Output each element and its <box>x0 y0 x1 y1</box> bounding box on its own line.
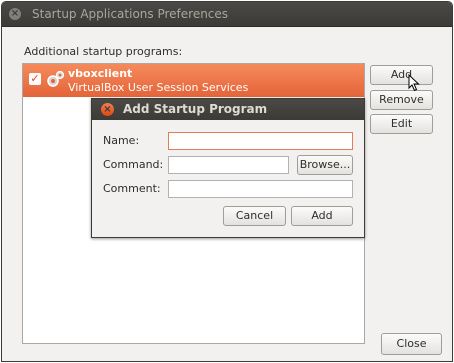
add-button[interactable]: Add <box>370 65 433 85</box>
command-label: Command: <box>103 158 164 171</box>
browse-button[interactable]: Browse... <box>297 155 353 175</box>
add-startup-program-dialog: × Add Startup Program Name: Command: Bro… <box>91 98 365 238</box>
remove-button[interactable]: Remove <box>370 90 433 110</box>
window-close-icon[interactable]: × <box>9 8 21 20</box>
close-button[interactable]: Close <box>381 333 442 355</box>
dialog-titlebar: × Add Startup Program <box>92 99 364 120</box>
dialog-close-icon[interactable]: × <box>101 103 114 116</box>
startup-preferences-window: × Startup Applications Preferences Addit… <box>1 1 453 362</box>
program-name: vboxclient <box>68 67 133 80</box>
edit-button[interactable]: Edit <box>370 114 433 134</box>
cancel-button[interactable]: Cancel <box>223 206 286 226</box>
enabled-checkbox[interactable]: ✓ <box>29 73 41 85</box>
window-titlebar: × Startup Applications Preferences <box>2 2 452 27</box>
mouse-pointer-icon <box>408 74 420 92</box>
name-field[interactable] <box>168 132 353 150</box>
program-description: VirtualBox User Session Services <box>68 81 249 94</box>
name-label: Name: <box>103 134 140 147</box>
dialog-add-button[interactable]: Add <box>291 206 353 226</box>
list-item[interactable]: ✓ vboxclient VirtualBox User Session Ser… <box>23 64 364 97</box>
dialog-title: Add Startup Program <box>123 102 268 116</box>
comment-field[interactable] <box>168 180 353 198</box>
gear-icon <box>47 70 65 87</box>
command-field[interactable] <box>168 156 289 174</box>
startup-programs-label: Additional startup programs: <box>24 45 183 58</box>
window-title: Startup Applications Preferences <box>32 7 229 21</box>
comment-label: Comment: <box>103 182 161 195</box>
